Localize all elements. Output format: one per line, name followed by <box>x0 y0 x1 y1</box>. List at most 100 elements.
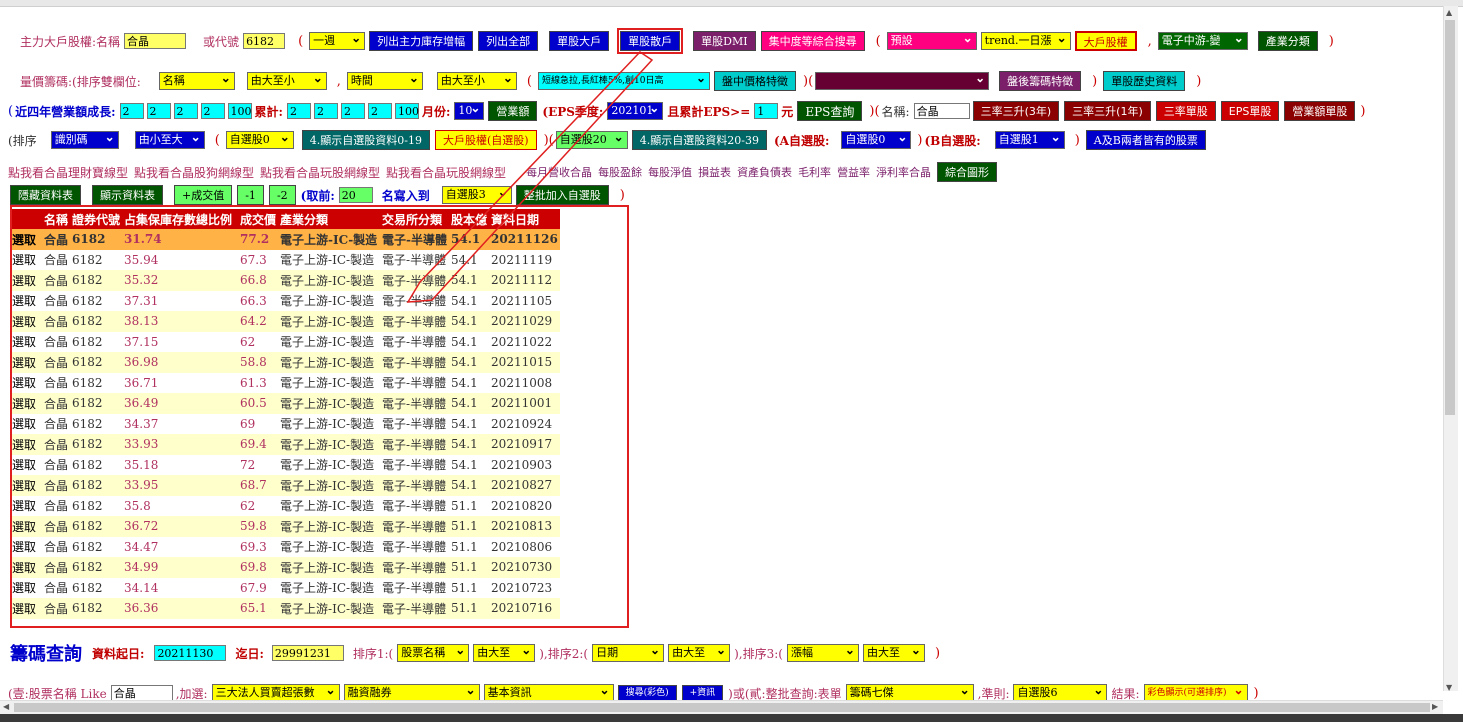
industry-button[interactable]: 產業分類 <box>1257 31 1318 51</box>
start-date-input[interactable]: 20211130 <box>154 645 227 661</box>
end-date-input[interactable]: 29991231 <box>271 645 344 661</box>
link-monthly-revenue[interactable]: 每月營收合晶 <box>526 164 592 180</box>
plus-value-button[interactable]: +成交值 <box>174 185 233 205</box>
month-select[interactable]: 10 <box>454 100 485 120</box>
scroll-up-icon[interactable]: ▲ <box>1446 8 1452 17</box>
sort3-label: ),排序3:( <box>734 646 783 661</box>
cum-input-4[interactable]: 2 <box>367 103 392 119</box>
revenue-button[interactable]: 營業額 <box>488 101 538 121</box>
growth-input-4[interactable]: 2 <box>200 103 225 119</box>
single-big-button[interactable]: 單股大戶 <box>549 31 610 51</box>
after-hours-button[interactable]: 盤後籌碼特徵 <box>999 71 1082 91</box>
chip-sort2-select[interactable]: 日期 <box>592 642 665 662</box>
sort1-select[interactable]: 名稱 <box>158 70 235 90</box>
single-retail-button[interactable]: 單股散戶 <box>617 28 684 54</box>
order1-select[interactable]: 由大至小 <box>246 70 327 90</box>
three-rates-3y-button[interactable]: 三率三升(3年) <box>972 101 1060 121</box>
preset-select[interactable]: 預設 <box>886 30 977 50</box>
batch-add-button[interactable]: 整批加入自選股 <box>515 185 609 205</box>
link-op-margin[interactable]: 營益率 <box>837 164 870 180</box>
horizontal-scroll-thumb[interactable] <box>14 703 1430 712</box>
cum-input-5[interactable]: 100 <box>394 103 419 119</box>
fav3-select[interactable]: 自選股3 <box>441 184 512 204</box>
vertical-scroll-thumb[interactable] <box>1445 20 1455 415</box>
show-table-button[interactable]: 顯示資料表 <box>92 185 163 205</box>
concentration-search-button[interactable]: 集中度等綜合搜尋 <box>760 31 865 51</box>
sort2-select[interactable]: 時間 <box>346 70 423 90</box>
cum-input-3[interactable]: 2 <box>340 103 365 119</box>
pattern-select[interactable]: 短線急拉,長紅棒5%,創10日高 <box>538 70 710 90</box>
history-button[interactable]: 單股歷史資料 <box>1103 71 1186 91</box>
link-eps[interactable]: 每股盈餘 <box>598 164 642 180</box>
scroll-left-icon[interactable]: ◀ <box>3 702 9 711</box>
fav0-select[interactable]: 自選股0 <box>225 129 294 149</box>
link-cmoney[interactable]: 點我看合晶理財寶線型 <box>8 164 128 181</box>
eps-quarter-select[interactable]: 202101 <box>607 100 664 120</box>
scroll-down-icon[interactable]: ▼ <box>1446 683 1452 692</box>
name-input[interactable]: 合晶 <box>913 103 970 119</box>
cum-input-1[interactable]: 2 <box>286 103 311 119</box>
cum-input-2[interactable]: 2 <box>313 103 338 119</box>
show-fav-20-39-button[interactable]: 4.顯示自選股資料20-39 <box>631 130 767 150</box>
big-holder-row: 主力大戶股權:名稱 合晶 或代號 6182 ( 一週 列出主力庫存增幅 列出全部… <box>20 28 1340 54</box>
scroll-right-icon[interactable]: ▶ <box>1432 702 1438 711</box>
link-balance[interactable]: 資產負債表 <box>737 164 792 180</box>
take-input[interactable]: 20 <box>338 187 373 203</box>
three-rates-single-button[interactable]: 三率單股 <box>1155 101 1216 121</box>
show-fav-0-19-button[interactable]: 4.顯示自選股資料0-19 <box>301 130 430 150</box>
link-goodinfo[interactable]: 點我看合晶股狗網線型 <box>134 164 254 181</box>
eps-label: (EPS季度: <box>542 104 604 119</box>
chip-order3-select[interactable]: 由大至 <box>862 642 925 662</box>
feature-select[interactable] <box>815 70 990 90</box>
composite-chart-button[interactable]: 綜合圖形 <box>937 162 998 182</box>
eps-value-input[interactable]: 1 <box>754 103 779 119</box>
fav20-select[interactable]: 自選股20 <box>555 129 628 149</box>
growth-input-1[interactable]: 2 <box>119 103 144 119</box>
revenue-row: ( 近四年營業額成長: 2 2 2 2 100 累計: 2 2 2 2 100 … <box>8 100 1365 121</box>
single-dmi-button[interactable]: 單股DMI <box>693 31 756 51</box>
growth-input-2[interactable]: 2 <box>146 103 171 119</box>
revenue-single-button[interactable]: 營業額單股 <box>1284 101 1356 121</box>
chip-sort1-select[interactable]: 股票名稱 <box>397 642 470 662</box>
minus1-button[interactable]: -1 <box>237 185 264 205</box>
big-holder-button[interactable]: 大戶股權 <box>1074 31 1137 51</box>
eps-single-button[interactable]: EPS單股 <box>1220 101 1280 121</box>
color-search-button[interactable]: 搜尋(彩色) <box>617 685 677 701</box>
table-highlight-box <box>10 205 629 628</box>
intraday-price-button[interactable]: 盤中價格特徵 <box>714 71 796 91</box>
stock-name-input[interactable]: 合晶 <box>124 33 187 49</box>
cum-label: 累計: <box>254 104 283 119</box>
plus-info-button[interactable]: +資訊 <box>681 685 724 701</box>
trend-select[interactable]: trend.一日漲 <box>980 30 1071 50</box>
industry-select[interactable]: 電子中游-變 <box>1157 30 1248 50</box>
order2-select[interactable]: 由大至小 <box>436 70 517 90</box>
three-rates-1y-button[interactable]: 三率三升(1年) <box>1064 101 1151 121</box>
like-name-input[interactable]: 合晶 <box>110 685 173 701</box>
chip-order2-select[interactable]: 由大至 <box>668 642 731 662</box>
chip-order1-select[interactable]: 由大至 <box>473 642 536 662</box>
b-fav-select[interactable]: 自選股1 <box>994 129 1065 149</box>
eps-query-button[interactable]: EPS查詢 <box>797 101 863 121</box>
big-holder-fav-button[interactable]: 大戶股權(自選股) <box>434 130 537 150</box>
growth-input-5[interactable]: 100 <box>227 103 252 119</box>
chip-sort3-select[interactable]: 漲幅 <box>786 642 859 662</box>
minus2-button[interactable]: -2 <box>268 185 296 205</box>
a-and-b-button[interactable]: A及B兩者皆有的股票 <box>1085 130 1206 150</box>
list-inc-button[interactable]: 列出主力庫存增幅 <box>369 31 474 51</box>
link-nav[interactable]: 每股淨值 <box>648 164 692 180</box>
link-wantgoo-2[interactable]: 點我看合晶玩股網線型 <box>386 164 506 181</box>
hide-table-button[interactable]: 隱藏資料表 <box>10 185 81 205</box>
asc-order-select[interactable]: 由小至大 <box>134 129 205 149</box>
growth-input-3[interactable]: 2 <box>173 103 198 119</box>
code-order-select[interactable]: 識別碼 <box>50 129 119 149</box>
chip-query-row: 籌碼查詢 資料起日: 20211130 迄日: 29991231 排序1:( 股… <box>10 640 946 666</box>
a-fav-select[interactable]: 自選股0 <box>841 129 912 149</box>
growth-label: 近四年營業額成長: <box>15 104 116 119</box>
period-select[interactable]: 一週 <box>309 30 366 50</box>
link-wantgoo[interactable]: 點我看合晶玩股網線型 <box>260 164 380 181</box>
link-income[interactable]: 損益表 <box>698 164 731 180</box>
link-net-margin[interactable]: 淨利率合晶 <box>876 164 931 180</box>
list-all-button[interactable]: 列出全部 <box>478 31 539 51</box>
link-gross-margin[interactable]: 毛利率 <box>798 164 831 180</box>
stock-code-input[interactable]: 6182 <box>243 33 286 49</box>
